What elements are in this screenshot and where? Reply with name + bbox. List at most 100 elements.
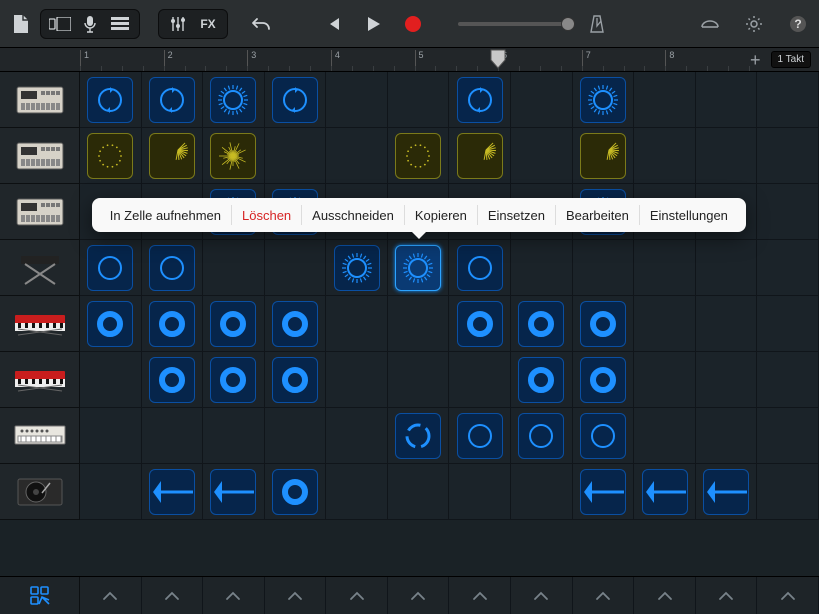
grid-cell[interactable] [634,352,696,408]
grid-cell[interactable] [511,128,573,184]
loop-pad[interactable] [210,133,256,179]
grid-cell[interactable] [265,240,327,296]
column-trigger[interactable] [511,577,573,614]
grid-cell[interactable] [265,72,327,128]
grid-cell[interactable] [696,128,758,184]
loop-pad[interactable] [87,77,133,123]
loop-pad[interactable] [210,301,256,347]
loop-pad[interactable] [149,133,195,179]
track-header-keyboard-stand[interactable] [0,240,80,296]
context-menu-item[interactable]: In Zelle aufnehmen [100,208,231,223]
grid-cell[interactable] [388,408,450,464]
grid-cell[interactable] [634,464,696,520]
grid-cell[interactable] [634,296,696,352]
grid-cell[interactable] [573,464,635,520]
grid-cell[interactable] [696,296,758,352]
loop-pad[interactable] [149,301,195,347]
column-trigger[interactable] [80,577,142,614]
grid-cell[interactable] [142,240,204,296]
grid-cell[interactable] [388,464,450,520]
grid-cell[interactable] [326,72,388,128]
grid-cell[interactable] [449,128,511,184]
column-trigger[interactable] [265,577,327,614]
timeline-ruler[interactable]: 12345678 [80,48,738,71]
grid-cell[interactable] [634,240,696,296]
loop-pad[interactable] [272,301,318,347]
loop-browser-button[interactable] [695,9,725,39]
grid-cell[interactable] [326,240,388,296]
context-menu-item[interactable]: Bearbeiten [556,208,639,223]
fx-button[interactable]: FX [193,9,223,39]
grid-cell[interactable] [696,240,758,296]
column-trigger[interactable] [696,577,758,614]
go-to-start-button[interactable] [322,9,344,39]
loop-pad[interactable] [642,469,688,515]
column-trigger[interactable] [203,577,265,614]
context-menu-item[interactable]: Kopieren [405,208,477,223]
mic-button[interactable] [75,9,105,39]
loop-pad[interactable] [457,413,503,459]
grid-cell[interactable] [757,72,819,128]
record-button[interactable] [402,9,424,39]
grid-cell[interactable] [388,128,450,184]
playhead[interactable] [489,48,507,72]
grid-cell[interactable] [203,240,265,296]
loop-pad[interactable] [457,133,503,179]
grid-cell[interactable] [326,352,388,408]
grid-cell[interactable] [142,352,204,408]
grid-cell[interactable] [511,240,573,296]
my-songs-button[interactable] [6,9,36,39]
grid-cell[interactable] [634,408,696,464]
play-button[interactable] [362,9,384,39]
grid-cell[interactable] [265,352,327,408]
grid-cell[interactable] [757,352,819,408]
loop-pad[interactable] [395,245,441,291]
help-button[interactable]: ? [783,9,813,39]
grid-cell[interactable] [573,240,635,296]
loop-pad[interactable] [703,469,749,515]
loop-pad[interactable] [149,245,195,291]
grid-cell[interactable] [449,352,511,408]
grid-cell[interactable] [696,464,758,520]
grid-cell[interactable] [696,72,758,128]
loop-pad[interactable] [210,469,256,515]
grid-cell[interactable] [757,408,819,464]
loop-pad[interactable] [395,133,441,179]
loop-pad[interactable] [580,357,626,403]
loop-pad[interactable] [580,469,626,515]
grid-mode-button[interactable] [0,577,80,614]
grid-cell[interactable] [388,296,450,352]
context-menu-item[interactable]: Einsetzen [478,208,555,223]
grid-cell[interactable] [388,240,450,296]
track-header-drum-machine-3[interactable] [0,184,80,240]
grid-cell[interactable] [80,464,142,520]
volume-thumb[interactable] [561,17,575,31]
track-header-drum-machine-1[interactable] [0,72,80,128]
grid-cell[interactable] [80,296,142,352]
loop-pad[interactable] [395,413,441,459]
track-header-red-keyboard-2[interactable] [0,352,80,408]
grid-cell[interactable] [511,296,573,352]
context-menu-item[interactable]: Löschen [232,208,301,223]
master-volume-slider[interactable] [458,22,568,26]
undo-button[interactable] [246,9,276,39]
grid-cell[interactable] [80,408,142,464]
loop-pad[interactable] [87,133,133,179]
grid-cell[interactable] [634,128,696,184]
grid-cell[interactable] [203,408,265,464]
column-trigger[interactable] [142,577,204,614]
loop-pad[interactable] [210,357,256,403]
loop-pad[interactable] [518,301,564,347]
grid-cell[interactable] [265,408,327,464]
grid-cell[interactable] [573,352,635,408]
grid-cell[interactable] [511,72,573,128]
grid-cell[interactable] [265,296,327,352]
grid-cell[interactable] [265,128,327,184]
loop-pad[interactable] [457,245,503,291]
column-trigger[interactable] [634,577,696,614]
grid-cell[interactable] [757,184,819,240]
settings-button[interactable] [739,9,769,39]
grid-cell[interactable] [142,72,204,128]
loop-pad[interactable] [149,469,195,515]
grid-cell[interactable] [511,352,573,408]
